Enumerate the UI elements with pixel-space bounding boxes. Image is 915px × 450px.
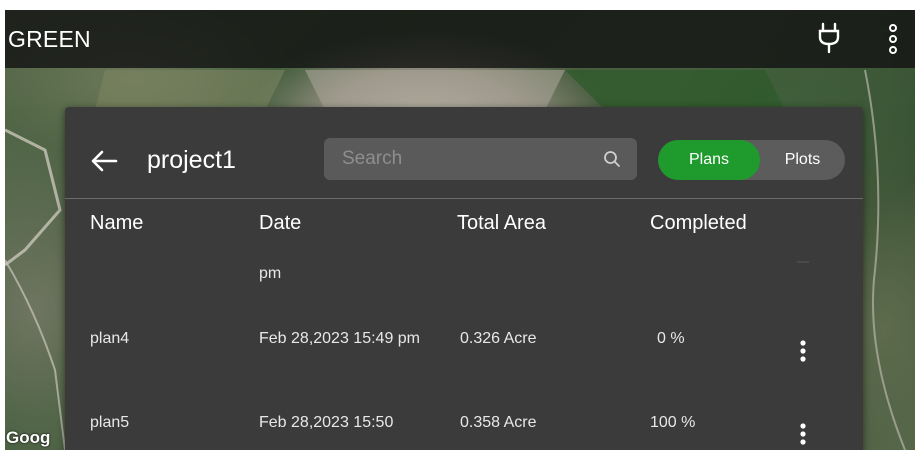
cell-date: Feb 28,2023 15:49 pm bbox=[259, 330, 421, 347]
column-header-date[interactable]: Date bbox=[259, 212, 301, 235]
screen: Goog GREEN project1 Search Plans Plots N… bbox=[5, 10, 915, 450]
plug-icon[interactable] bbox=[817, 22, 841, 59]
plans-panel: project1 Plans Plots Name Date Total Are… bbox=[65, 107, 863, 450]
plans-plots-toggle: Plans Plots bbox=[658, 140, 845, 180]
cell-total-area: 0.358 Acre bbox=[460, 414, 537, 431]
column-header-name[interactable]: Name bbox=[90, 212, 143, 235]
cell-completed: 100 % bbox=[650, 414, 696, 431]
cell-name: plan4 bbox=[90, 330, 130, 347]
cell-total-area: 0.326 Acre bbox=[460, 330, 537, 347]
row-more-icon[interactable] bbox=[799, 422, 807, 450]
header-divider bbox=[65, 198, 863, 199]
cell-completed: 0 % bbox=[657, 330, 685, 347]
more-vertical-icon[interactable] bbox=[887, 22, 899, 61]
toggle-plans-button[interactable]: Plans bbox=[658, 140, 760, 180]
project-title: project1 bbox=[147, 146, 236, 174]
search-input[interactable] bbox=[340, 147, 594, 171]
map-attribution: Goog bbox=[6, 428, 51, 447]
app-bar: GREEN bbox=[5, 10, 915, 68]
row-more-icon[interactable] bbox=[799, 339, 807, 368]
search-icon[interactable] bbox=[603, 150, 621, 173]
cell-date: pm bbox=[259, 265, 282, 282]
toggle-plots-button[interactable]: Plots bbox=[760, 140, 845, 180]
column-header-total-area[interactable]: Total Area bbox=[457, 212, 546, 235]
back-arrow-icon[interactable] bbox=[89, 149, 119, 173]
cell-date: Feb 28,2023 15:50 bbox=[259, 414, 394, 431]
column-header-completed[interactable]: Completed bbox=[650, 212, 747, 235]
search-box[interactable] bbox=[324, 138, 637, 180]
cell-name: plan5 bbox=[90, 414, 130, 431]
row-menu-fragment bbox=[797, 261, 809, 263]
app-title: GREEN bbox=[8, 25, 91, 52]
